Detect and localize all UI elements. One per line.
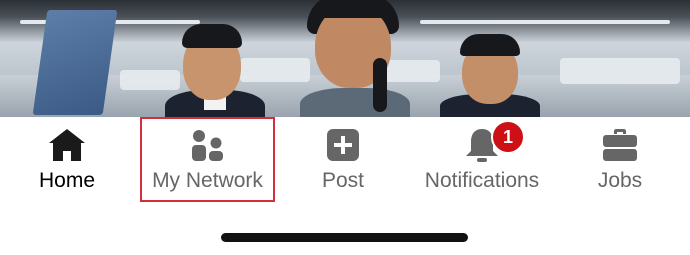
highlight-box xyxy=(140,117,275,202)
home-indicator xyxy=(221,233,468,242)
tab-label: Home xyxy=(38,169,96,192)
tab-label: Post xyxy=(321,169,365,192)
tab-label: Notifications xyxy=(424,169,540,192)
bottom-tab-bar: Home My Network Post Notifications Jobs xyxy=(0,117,690,209)
desk xyxy=(560,58,680,84)
notification-badge: 1 xyxy=(491,120,525,154)
ceiling-light xyxy=(420,20,670,24)
tab-home[interactable]: Home xyxy=(17,117,117,209)
person-center xyxy=(295,0,415,117)
home-icon xyxy=(47,125,87,165)
tab-jobs[interactable]: Jobs xyxy=(570,117,670,209)
person-right xyxy=(440,32,540,117)
tab-notifications[interactable]: Notifications xyxy=(412,117,552,209)
hero-banner-image xyxy=(0,0,690,117)
briefcase-icon xyxy=(600,125,640,165)
tab-label: Jobs xyxy=(597,169,643,192)
tab-post[interactable]: Post xyxy=(293,117,393,209)
person-left xyxy=(160,20,270,117)
monitor-screen xyxy=(32,10,118,115)
plus-square-icon xyxy=(323,125,363,165)
